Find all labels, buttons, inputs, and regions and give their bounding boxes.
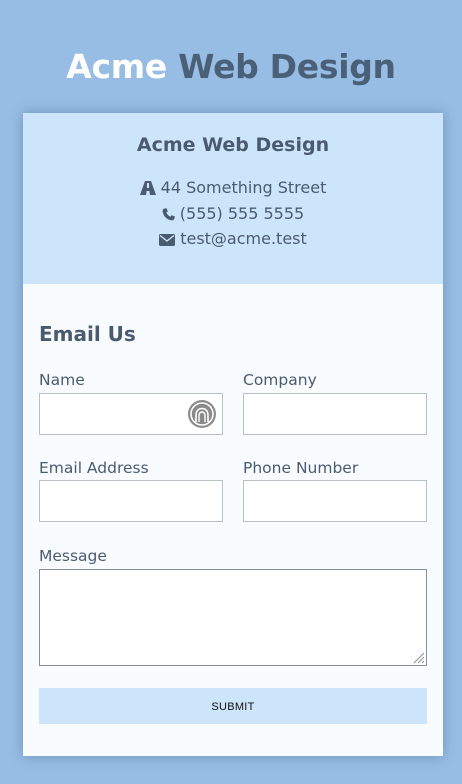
name-label: Name (39, 371, 85, 389)
email-line: test@acme.test (23, 228, 443, 250)
email-text: test@acme.test (180, 229, 307, 248)
company-label: Company (243, 371, 317, 389)
autofill-icon[interactable] (187, 399, 217, 429)
brand-web-design: Web Design (178, 47, 396, 86)
company-name: Acme Web Design (136, 134, 330, 156)
site-brand: Acme Web Design (0, 44, 462, 90)
message-textarea[interactable] (39, 569, 427, 666)
road-icon (139, 181, 156, 195)
phone-text: (555) 555 5555 (179, 204, 305, 223)
address-line: 44 Something Street (23, 177, 443, 199)
contact-card: Acme Web Design 44 Something Street (555… (23, 113, 443, 756)
contact-info-panel: Acme Web Design 44 Something Street (555… (23, 113, 443, 284)
phone-number-field[interactable] (243, 480, 427, 522)
resize-grip-icon[interactable] (413, 652, 425, 664)
email-address-field[interactable] (39, 480, 223, 522)
phone-line: (555) 555 5555 (23, 203, 443, 225)
address-text: 44 Something Street (160, 178, 327, 197)
company-field[interactable] (243, 393, 427, 435)
email-address-label: Email Address (39, 459, 149, 477)
message-label: Message (39, 547, 107, 565)
name-field[interactable] (39, 393, 223, 435)
phone-icon (162, 208, 175, 221)
submit-button[interactable]: SUBMIT (39, 688, 427, 724)
form-title: Email Us (39, 322, 136, 346)
envelope-icon (159, 234, 176, 246)
brand-acme: Acme (66, 47, 167, 86)
phone-number-label: Phone Number (243, 459, 359, 477)
